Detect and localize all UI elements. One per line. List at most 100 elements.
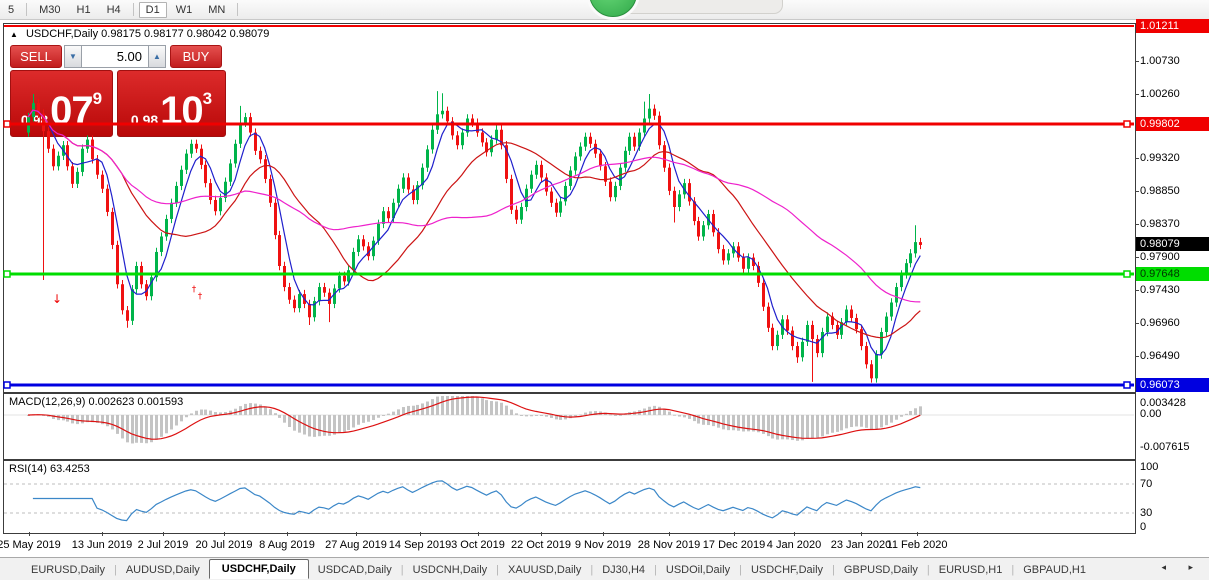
date-axis-tick xyxy=(794,532,795,536)
price-axis-label: 0.97900 xyxy=(1140,251,1180,263)
date-axis-label: 17 Dec 2019 xyxy=(703,539,765,551)
date-axis-label: 14 Sep 2019 xyxy=(389,539,451,551)
buy-price-box[interactable]: 0.98 10 3 xyxy=(117,70,226,137)
chart-tab-usdchf-daily[interactable]: USDCHF,Daily xyxy=(209,559,309,579)
chart-tab-usdoil-daily[interactable]: USDOil,Daily xyxy=(657,561,739,579)
date-axis-label: 9 Nov 2019 xyxy=(575,539,631,551)
chart-tab-eurusd-daily[interactable]: EURUSD,Daily xyxy=(22,561,114,579)
date-axis-label: 25 May 2019 xyxy=(0,539,61,551)
volume-input[interactable] xyxy=(82,45,148,68)
timeframe-button-h4[interactable]: H4 xyxy=(100,2,128,18)
date-axis-tick xyxy=(420,532,421,536)
sell-price-main: 07 xyxy=(50,96,93,127)
sell-button[interactable]: SELL xyxy=(10,45,62,68)
date-axis-label: 3 Oct 2019 xyxy=(451,539,505,551)
price-axis-label: 1.00730 xyxy=(1140,55,1180,67)
sell-price-pip: 9 xyxy=(93,90,102,107)
chart-tab-xauusd-daily[interactable]: XAUUSD,Daily xyxy=(499,561,590,579)
date-axis-label: 20 Jul 2019 xyxy=(196,539,253,551)
price-axis-tick xyxy=(1135,290,1139,291)
date-axis-label: 28 Nov 2019 xyxy=(638,539,700,551)
sell-price-box[interactable]: 0.98 07 9 xyxy=(10,70,113,137)
price-axis-tick xyxy=(1135,323,1139,324)
chart-tab-audusd-daily[interactable]: AUDUSD,Daily xyxy=(117,561,209,579)
price-axis-tick xyxy=(1135,61,1139,62)
price-axis-label: 0.96490 xyxy=(1140,350,1180,362)
chart-symbol: USDCHF,Daily xyxy=(26,28,98,40)
price-badge: 0.98079 xyxy=(1136,237,1209,251)
chart-tab-dj30-h4[interactable]: DJ30,H4 xyxy=(593,561,654,579)
timeframe-button-m30[interactable]: M30 xyxy=(32,2,67,18)
timeframe-button-5[interactable]: 5 xyxy=(1,2,21,18)
price-badge: 0.99802 xyxy=(1136,117,1209,131)
timeframe-button-mn[interactable]: MN xyxy=(201,2,232,18)
price-axis-label: 0.99320 xyxy=(1140,152,1180,164)
chart-ohlc-values: 0.98175 0.98177 0.98042 0.98079 xyxy=(101,28,269,40)
price-badge: 0.96073 xyxy=(1136,378,1209,392)
date-axis-tick xyxy=(917,532,918,536)
toolbar-separator xyxy=(26,3,27,16)
macd-axis-label: -0.007615 xyxy=(1140,441,1190,453)
date-axis-tick xyxy=(669,532,670,536)
rsi-panel[interactable] xyxy=(3,460,1136,534)
date-axis-label: 22 Oct 2019 xyxy=(511,539,571,551)
date-axis-tick xyxy=(356,532,357,536)
tab-scroll-arrows[interactable]: ◂ ▸ xyxy=(1161,562,1203,573)
toolbar-separator xyxy=(237,3,238,16)
date-axis-tick xyxy=(29,532,30,536)
chart-tab-bar: EURUSD,Daily|AUDUSD,DailyUSDCHF,DailyUSD… xyxy=(0,557,1209,580)
date-axis-tick xyxy=(603,532,604,536)
date-axis-label: 2 Jul 2019 xyxy=(138,539,189,551)
sell-price-prefix: 0.98 xyxy=(21,113,48,127)
buy-button[interactable]: BUY xyxy=(170,45,222,68)
price-axis-label: 0.96960 xyxy=(1140,317,1180,329)
timeframe-button-d1[interactable]: D1 xyxy=(139,2,167,18)
price-axis-label: 0.98370 xyxy=(1140,218,1180,230)
buy-price-prefix: 0.98 xyxy=(131,113,158,127)
date-axis-tick xyxy=(734,532,735,536)
chart-title: ▲ USDCHF,Daily 0.98175 0.98177 0.98042 0… xyxy=(10,28,269,40)
date-axis-label: 8 Aug 2019 xyxy=(259,539,315,551)
price-axis-tick xyxy=(1135,257,1139,258)
date-axis-tick xyxy=(163,532,164,536)
price-badge: 1.01211 xyxy=(1136,19,1209,33)
date-axis-tick xyxy=(287,532,288,536)
chart-tab-usdcad-daily[interactable]: USDCAD,Daily xyxy=(309,561,401,579)
date-axis-tick xyxy=(102,532,103,536)
timeframe-button-h1[interactable]: H1 xyxy=(70,2,98,18)
mt4-terminal: 5 M30H1H4 D1W1MN ▲ USDCHF,Daily 0.98175 0.… xyxy=(0,0,1209,580)
chart-tab-usdchf-daily[interactable]: USDCHF,Daily xyxy=(742,561,832,579)
chart-tab-gbpaud-h1[interactable]: GBPAUD,H1 xyxy=(1014,561,1095,579)
price-axis-label: 0.97430 xyxy=(1140,284,1180,296)
macd-axis-label: 0.00 xyxy=(1140,408,1161,420)
date-axis-label: 27 Aug 2019 xyxy=(325,539,387,551)
chart-tab-eurusd-h1[interactable]: EURUSD,H1 xyxy=(930,561,1012,579)
price-axis-tick xyxy=(1135,356,1139,357)
date-axis-tick xyxy=(224,532,225,536)
date-axis-tick xyxy=(478,532,479,536)
date-axis-label: 23 Jan 2020 xyxy=(831,539,892,551)
rsi-axis-label: 70 xyxy=(1140,478,1152,490)
price-axis-label: 0.98850 xyxy=(1140,185,1180,197)
chart-tab-usdcnh-daily[interactable]: USDCNH,Daily xyxy=(404,561,497,579)
rsi-label: RSI(14) 63.4253 xyxy=(9,463,90,475)
date-axis-label: 11 Feb 2020 xyxy=(887,539,948,551)
price-axis-tick xyxy=(1135,94,1139,95)
rsi-axis-label: 0 xyxy=(1140,521,1146,533)
buy-price-main: 10 xyxy=(160,96,203,127)
one-click-trade-panel: SELL ▼ ▲ BUY 0.98 07 9 0.98 10 3 xyxy=(10,45,226,137)
chart-tab-gbpusd-daily[interactable]: GBPUSD,Daily xyxy=(835,561,927,579)
price-axis-label: 1.00260 xyxy=(1140,88,1180,100)
price-axis-tick xyxy=(1135,191,1139,192)
volume-increase-button[interactable]: ▲ xyxy=(148,45,166,68)
price-axis-tick xyxy=(1135,158,1139,159)
date-axis-tick xyxy=(861,532,862,536)
macd-label: MACD(12,26,9) 0.002623 0.001593 xyxy=(9,396,183,408)
collapse-trade-panel-icon[interactable]: ▲ xyxy=(10,30,18,39)
date-axis-label: 13 Jun 2019 xyxy=(72,539,133,551)
volume-decrease-button[interactable]: ▼ xyxy=(64,45,82,68)
date-axis-tick xyxy=(541,532,542,536)
price-axis-tick xyxy=(1135,224,1139,225)
rsi-axis-label: 30 xyxy=(1140,507,1152,519)
timeframe-button-w1[interactable]: W1 xyxy=(169,2,200,18)
